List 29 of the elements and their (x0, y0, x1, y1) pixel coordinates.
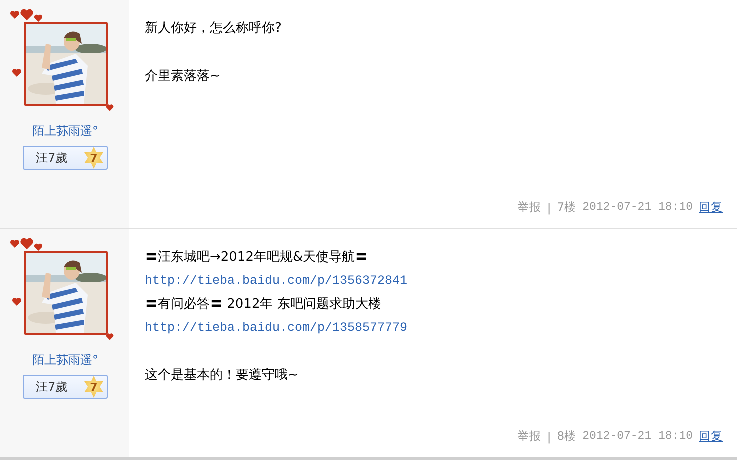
heart-icon (106, 333, 114, 341)
post-text: 〓汪东城吧→2012年吧规&天使导航〓 (145, 249, 370, 267)
post-text: 介里素落落~ (145, 68, 222, 86)
heart-icon (106, 104, 114, 112)
username-link[interactable]: 陌上荪雨遥° (32, 123, 98, 140)
heart-icon (12, 297, 22, 307)
member-badge[interactable]: 汪7歲 7 (23, 375, 108, 399)
post-text: 这个是基本的！要遵守哦~ (145, 367, 300, 385)
username-link[interactable]: 陌上荪雨遥° (32, 352, 98, 369)
floor-number: 7楼 (557, 200, 577, 215)
post-text: 新人你好，怎么称呼你? (145, 20, 283, 38)
badge-label: 汪7歲 (36, 378, 68, 396)
separator: | (547, 430, 552, 444)
level-badge: 7 (83, 376, 105, 398)
post-time: 2012-07-21 18:10 (582, 201, 693, 214)
reply-link[interactable]: 回复 (699, 200, 723, 215)
heart-icon (10, 239, 20, 249)
post-link[interactable]: http://tieba.baidu.com/p/1358577779 (145, 316, 408, 340)
post-time: 2012-07-21 18:10 (582, 430, 693, 443)
member-badge[interactable]: 汪7歲 7 (23, 146, 108, 170)
post-link[interactable]: http://tieba.baidu.com/p/1356372841 (145, 270, 408, 293)
separator: | (547, 200, 552, 214)
post-text: 〓有问必答〓 2012年 东吧问题求助大楼 (145, 296, 382, 314)
badge-label: 汪7歲 (36, 150, 68, 166)
level-badge: 7 (83, 147, 105, 169)
heart-icon (12, 68, 22, 78)
reply-link[interactable]: 回复 (699, 429, 723, 444)
heart-icon (10, 10, 20, 20)
floor-number: 8楼 (557, 429, 577, 444)
